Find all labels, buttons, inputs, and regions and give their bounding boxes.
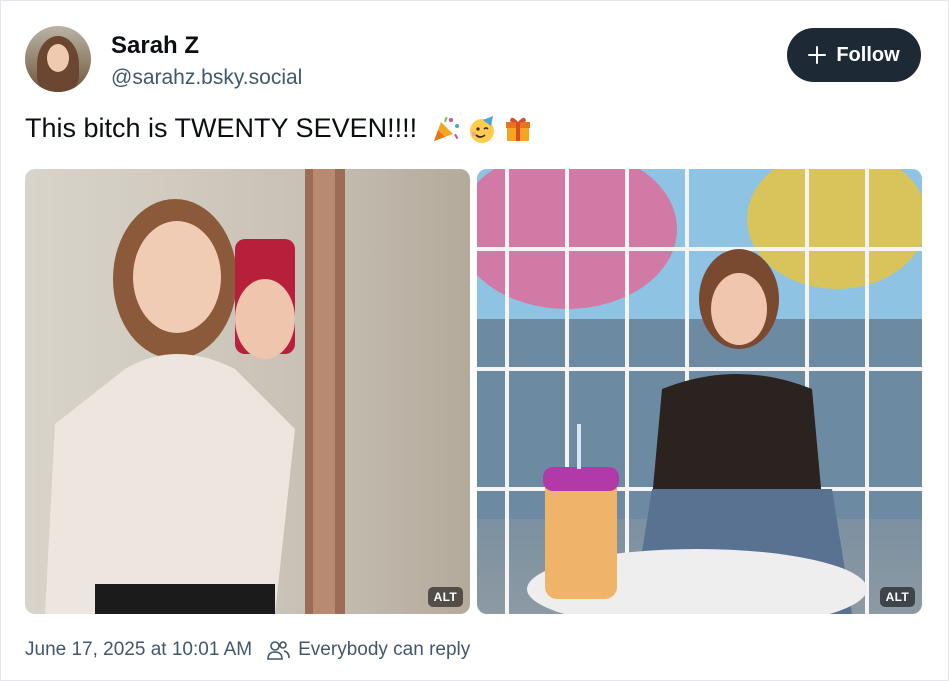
alt-badge[interactable]: ALT bbox=[427, 587, 463, 607]
party-photo bbox=[477, 169, 922, 614]
wrapped-gift-emoji bbox=[506, 117, 531, 141]
post-header: Sarah Z @sarahz.bsky.social Follow bbox=[25, 26, 921, 96]
avatar-face bbox=[47, 44, 69, 72]
plus-icon bbox=[808, 46, 827, 64]
author-handle[interactable]: @sarahz.bsky.social bbox=[111, 66, 302, 90]
post-image-2[interactable]: ALT bbox=[477, 169, 922, 614]
alt-badge[interactable]: ALT bbox=[879, 587, 915, 607]
post-card: Sarah Z @sarahz.bsky.social Follow This … bbox=[0, 0, 949, 681]
post-body: This bitch is TWENTY SEVEN!!!! bbox=[25, 113, 418, 143]
post-footer: June 17, 2025 at 10:01 AM Everybody can … bbox=[25, 639, 470, 661]
selfie-photo bbox=[45, 169, 345, 614]
party-popper-emoji bbox=[434, 116, 460, 141]
avatar[interactable] bbox=[25, 26, 91, 92]
follow-button[interactable]: Follow bbox=[787, 28, 921, 82]
reply-setting: Everybody can reply bbox=[298, 639, 471, 660]
image-gallery: ALT ALT bbox=[25, 169, 922, 614]
post-timestamp[interactable]: June 17, 2025 at 10:01 AM bbox=[25, 639, 252, 661]
post-image-1[interactable]: ALT bbox=[25, 169, 470, 614]
follow-button-label: Follow bbox=[836, 43, 900, 66]
partying-face-emoji bbox=[470, 115, 495, 143]
people-icon bbox=[267, 641, 290, 660]
post-text: This bitch is TWENTY SEVEN!!!! bbox=[25, 113, 533, 144]
author-name[interactable]: Sarah Z bbox=[111, 32, 199, 60]
